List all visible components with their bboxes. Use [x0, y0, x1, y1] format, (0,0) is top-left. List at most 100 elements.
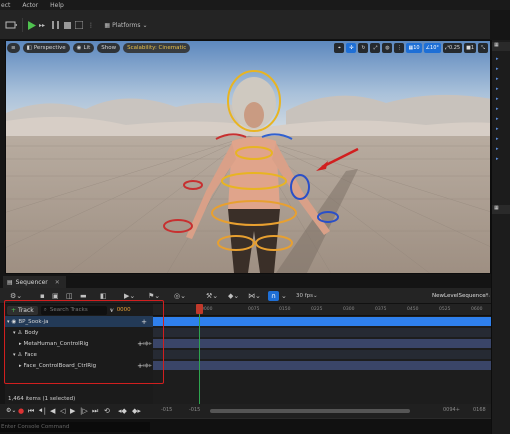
camera-speed-button[interactable]: ■ 1 [464, 43, 476, 53]
key-options-icon[interactable]: ◎⌄ [174, 291, 186, 301]
menu-item-select[interactable]: ect [1, 2, 10, 9]
step-back-button[interactable]: ⯇| [38, 407, 46, 416]
track-row-body-controlrig[interactable]: ▸ MetaHuman_ControlRig + ◂◆▸ [5, 338, 153, 349]
expand-icon[interactable]: ▾ [13, 330, 16, 336]
details-tab[interactable]: ▦ [492, 205, 510, 214]
track-row-actor[interactable]: ▾ ◉ BP_Sook-ja + [5, 316, 153, 327]
save-icon[interactable]: ▪ [40, 291, 45, 301]
select-icon[interactable]: ⌖ [334, 43, 345, 53]
expand-icon[interactable]: ▾ [13, 352, 16, 358]
show-button[interactable]: Show [97, 43, 121, 53]
viewport-scene [6, 41, 490, 273]
time-ruler[interactable]: 0000 0075 0150 0225 0300 0375 0450 0525 … [153, 304, 491, 316]
snap-options-icon[interactable]: ⌄ [281, 291, 287, 301]
ruler-tick: 0225 [311, 307, 323, 312]
playback-options-icon[interactable]: ▶⌄ [124, 291, 135, 301]
ruler-tick: 0525 [439, 307, 451, 312]
add-track-button[interactable]: + Track [7, 305, 38, 315]
ruler-tick: 0450 [407, 307, 419, 312]
render-movie-icon[interactable]: ▬ [80, 291, 87, 301]
add-icon[interactable]: + [141, 318, 147, 326]
search-icon: ⌕ [43, 306, 47, 313]
menu-bar: ect Actor Help [0, 0, 510, 10]
close-icon[interactable]: ✕ [55, 279, 60, 286]
play-button[interactable] [27, 16, 37, 34]
scale-icon[interactable]: ⤢ [370, 43, 381, 53]
transport-options-icon[interactable]: ⚙⌄ [6, 407, 16, 414]
sequencer-tabbar: ▤ Sequencer ✕ [0, 276, 491, 288]
menu-item-help[interactable]: Help [50, 2, 64, 9]
track-row-face[interactable]: ▾ ♙ Face [5, 349, 153, 360]
play-options-icon[interactable]: ▸▸ [38, 16, 46, 34]
pause-button[interactable] [50, 16, 60, 34]
surface-snap-icon[interactable]: ⋮ [394, 43, 405, 53]
timeline-area[interactable]: 0000 0075 0150 0225 0300 0375 0450 0525 … [153, 304, 491, 406]
sequence-options-icon[interactable]: ⋯ [484, 291, 490, 301]
viewport-transform-tools: ⌖ ✣ ↻ ⤢ ◍ ⋮ ▦ 10 ∠ 10° ⤢ 0.25 ■ 1 ⤡ [334, 43, 488, 53]
current-frame-field[interactable]: 0000 [117, 307, 131, 313]
snap-icon[interactable]: ∩ [268, 291, 279, 301]
rotate-icon[interactable]: ↻ [358, 43, 369, 53]
jump-start-button[interactable]: ⏮ [28, 407, 34, 416]
rotation-snap-button[interactable]: ∠ 10° [423, 43, 441, 53]
step-back-frame-button[interactable]: ◁ [60, 407, 65, 415]
eject-button[interactable] [74, 16, 84, 34]
curve-editor-icon[interactable]: ⋈⌄ [248, 291, 261, 301]
lit-button[interactable]: ◉ Lit [72, 43, 95, 53]
viewport-toolbar: ≡ ◧ Perspective ◉ Lit Show Scalability: Ci… [5, 40, 491, 56]
level-viewport[interactable] [5, 40, 491, 274]
track-search-input[interactable]: ⌕ Search Tracks [40, 305, 107, 315]
camera-icon[interactable]: ◧ [100, 291, 107, 301]
key-nav-icon[interactable]: ◂◆▸ [141, 340, 152, 347]
ruler-tick: 0150 [279, 307, 291, 312]
track-bar-actor[interactable] [153, 317, 491, 326]
keyframe-icon[interactable]: ◆⌄ [228, 291, 239, 301]
jump-end-button[interactable]: ⏭ [92, 407, 98, 416]
grid-snap-button[interactable]: ▦ 10 [406, 43, 422, 53]
maximize-icon[interactable]: ⤡ [478, 43, 488, 53]
camera-lock-icon[interactable]: ⚑⌄ [148, 291, 160, 301]
collapse-icon[interactable]: ▸ [19, 363, 22, 369]
record-button[interactable]: ● [18, 407, 24, 415]
hamburger-icon: ≡ [11, 45, 16, 51]
move-icon[interactable]: ✣ [346, 43, 357, 53]
key-nav-icon[interactable]: ◂◆▸ [141, 362, 152, 369]
platforms-dropdown[interactable]: ▦ Platforms ⌄ [100, 16, 152, 34]
sequencer-tab[interactable]: ▤ Sequencer ✕ [3, 276, 66, 288]
play-reverse-button[interactable]: ◀ [50, 407, 55, 415]
track-row-body[interactable]: ▾ ♙ Body [5, 327, 153, 338]
play-forward-button[interactable]: ▶ [70, 407, 75, 415]
modes-icon[interactable] [4, 16, 18, 34]
loop-button[interactable]: ⟲ [104, 407, 110, 415]
scalability-badge[interactable]: Scalability: Cinematic [123, 43, 191, 53]
track-bar-face-controlrig[interactable] [153, 361, 491, 370]
stop-button[interactable] [62, 16, 72, 34]
menu-item-actor[interactable]: Actor [22, 2, 38, 9]
expand-icon[interactable]: ▾ [7, 319, 10, 325]
more-options-icon[interactable]: ⋮ [86, 16, 96, 34]
track-bar-body-controlrig[interactable] [153, 339, 491, 348]
viewport-menu-button[interactable]: ≡ [7, 43, 20, 53]
world-icon[interactable]: ◍ [382, 43, 393, 53]
track-row-face-controlrig[interactable]: ▸ Face_ControlBoard_CtrlRig + ◂◆▸ [5, 360, 153, 371]
outliner-tab[interactable]: ▦ [492, 42, 510, 51]
fps-dropdown[interactable]: 30 fps ⌄ [296, 291, 318, 301]
key-prev-button[interactable]: ◂◆ [118, 407, 127, 415]
tools-icon[interactable]: ⚒⌄ [206, 291, 218, 301]
console-command-input[interactable]: Enter Console Command [0, 422, 150, 432]
step-forward-button[interactable]: |▷ [80, 407, 88, 415]
outliner-items: ▸ ▸ ▸ ▸ ▸ ▸ ▸ ▸ ▸ ▸ ▸ [496, 56, 499, 162]
filter-icon[interactable]: ⩛ [110, 306, 114, 315]
scale-snap-button[interactable]: ⤢ 0.25 [442, 43, 463, 53]
save-as-icon[interactable]: ▣ [52, 291, 59, 301]
sequencer-options-icon[interactable]: ⚙⌄ [10, 291, 22, 301]
playhead-handle[interactable] [196, 304, 203, 314]
playhead-line [199, 310, 200, 406]
timeline-scrollbar[interactable] [210, 409, 410, 413]
key-next-button[interactable]: ◆▸ [132, 407, 141, 415]
cube-icon: ◧ [26, 45, 32, 51]
sequence-name: NewLevelSequence* [432, 293, 489, 299]
find-asset-icon[interactable]: ◫ [66, 291, 73, 301]
collapse-icon[interactable]: ▸ [19, 341, 22, 347]
perspective-button[interactable]: ◧ Perspective [22, 43, 70, 53]
